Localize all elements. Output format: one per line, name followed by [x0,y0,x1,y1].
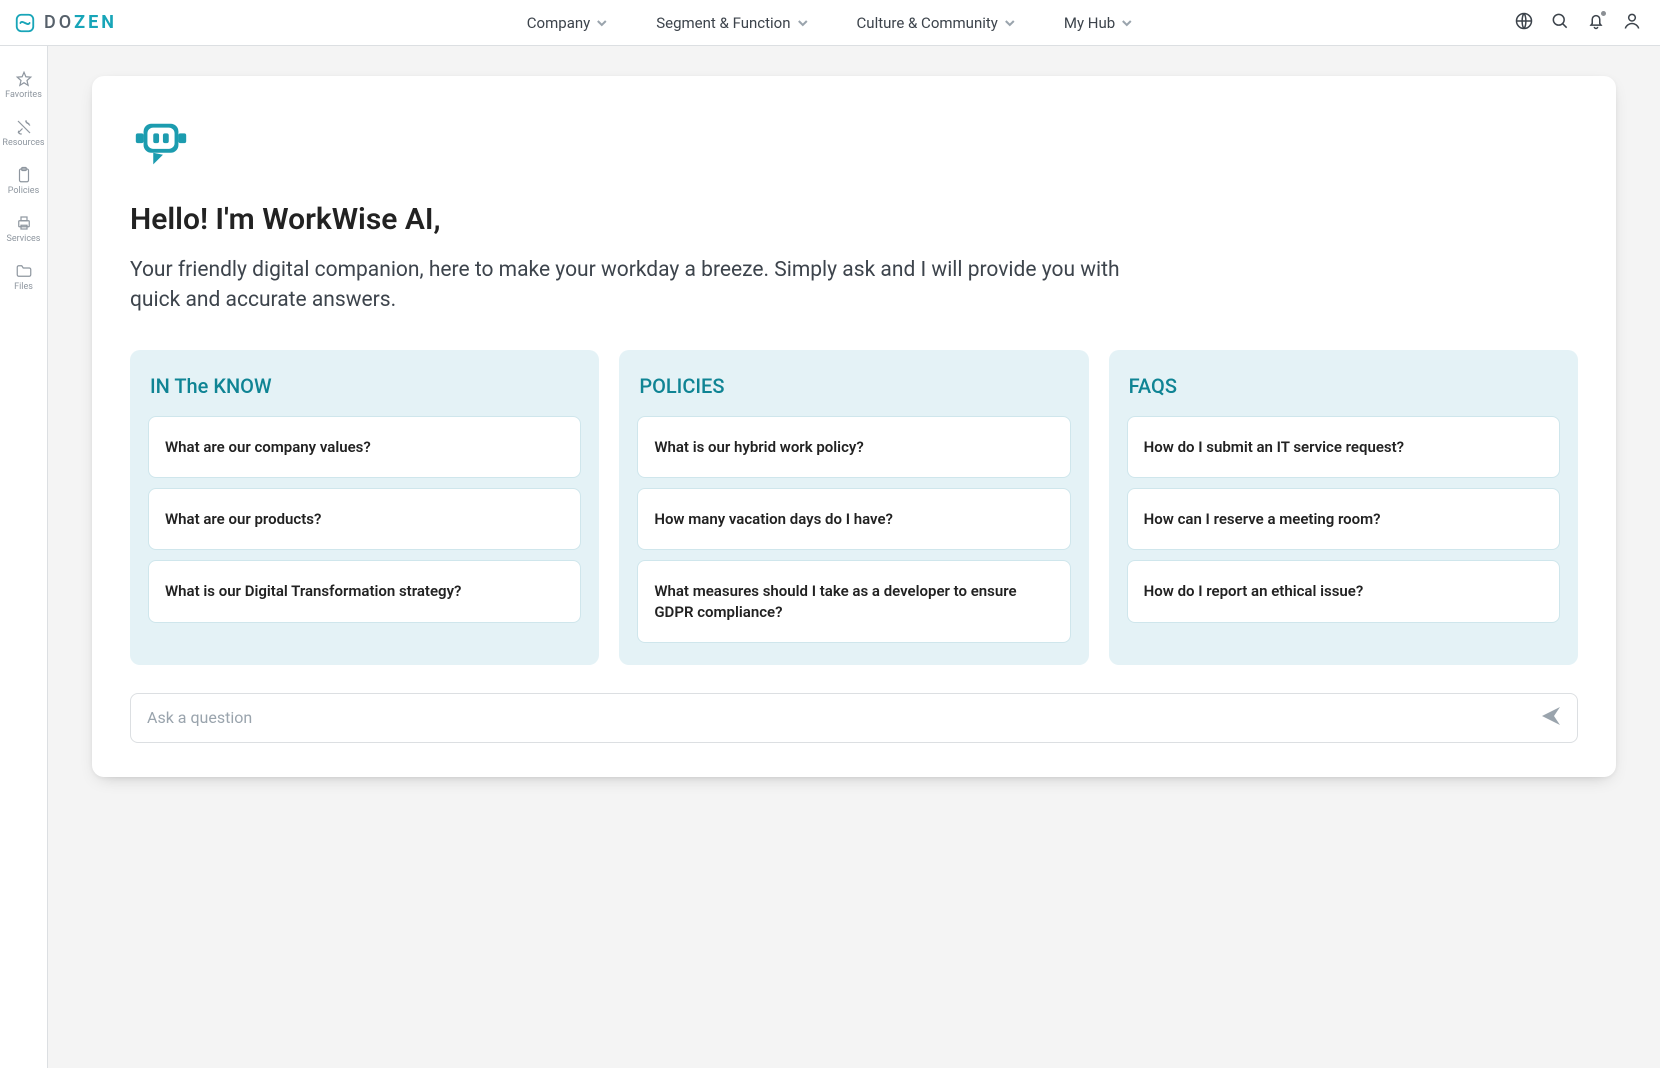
send-button[interactable] [1539,704,1563,732]
panel-faqs: FAQS How do I submit an IT service reque… [1109,350,1578,665]
ask-input[interactable] [145,707,1539,728]
page-subtitle: Your friendly digital companion, here to… [130,255,1150,316]
ask-bar [130,693,1578,743]
sidebar-files-label: Files [14,282,33,292]
brand-text-right: ZEN [74,12,117,33]
chevron-down-icon [797,17,809,29]
folder-icon [15,262,33,280]
nav-hub-label: My Hub [1064,14,1115,32]
chevron-down-icon [1004,17,1016,29]
sidebar-services[interactable]: Services [0,214,47,244]
brand-text-left: DO [44,12,74,33]
suggested-question[interactable]: How can I reserve a meeting room? [1127,488,1560,550]
clipboard-icon [15,166,33,184]
nav-my-hub[interactable]: My Hub [1064,14,1133,32]
topbar-tools [1514,11,1642,35]
send-icon [1539,704,1563,728]
bot-icon [130,114,192,176]
sidebar-files[interactable]: Files [0,262,47,292]
suggested-question[interactable]: What is our hybrid work policy? [637,416,1070,478]
search-button[interactable] [1550,11,1570,35]
star-icon [15,70,33,88]
suggested-question[interactable]: What are our products? [148,488,581,550]
chevron-down-icon [596,17,608,29]
profile-button[interactable] [1622,11,1642,35]
suggested-question[interactable]: How many vacation days do I have? [637,488,1070,550]
nav-segment-function[interactable]: Segment & Function [656,14,808,32]
suggested-question[interactable]: What are our company values? [148,416,581,478]
sidebar-favorites[interactable]: Favorites [0,70,47,100]
globe-button[interactable] [1514,11,1534,35]
panel-in-the-know-title: IN The KNOW [150,374,581,398]
search-icon [1550,11,1570,31]
globe-icon [1514,11,1534,31]
sidebar-policies[interactable]: Policies [0,166,47,196]
panel-policies: POLICIES What is our hybrid work policy?… [619,350,1088,665]
suggested-question[interactable]: How do I report an ethical issue? [1127,560,1560,622]
chat-card: Hello! I'm WorkWise AI, Your friendly di… [92,76,1616,777]
brand-logo-icon [14,12,36,34]
notifications-button[interactable] [1586,11,1606,35]
panel-in-the-know: IN The KNOW What are our company values?… [130,350,599,665]
nav-culture-community[interactable]: Culture & Community [857,14,1016,32]
tools-icon [15,118,33,136]
chevron-down-icon [1121,17,1133,29]
sidebar-policies-label: Policies [8,186,39,196]
sidebar-resources-label: Resources [2,138,44,148]
printer-icon [15,214,33,232]
sidebar-resources[interactable]: Resources [0,118,47,148]
nav-company[interactable]: Company [527,14,608,32]
notification-dot [1600,10,1607,17]
primary-nav: Company Segment & Function Culture & Com… [527,0,1133,45]
sidebar-favorites-label: Favorites [5,90,42,100]
sidebar: Favorites Resources Policies Services Fi… [0,46,48,1068]
suggested-question[interactable]: What is our Digital Transformation strat… [148,560,581,622]
nav-segment-label: Segment & Function [656,14,790,32]
page-title: Hello! I'm WorkWise AI, [130,202,1578,237]
panel-faqs-title: FAQS [1129,374,1560,398]
suggested-question[interactable]: What measures should I take as a develop… [637,560,1070,643]
panel-policies-title: POLICIES [639,374,1070,398]
user-icon [1622,11,1642,31]
nav-company-label: Company [527,14,590,32]
suggested-question[interactable]: How do I submit an IT service request? [1127,416,1560,478]
nav-culture-label: Culture & Community [857,14,998,32]
sidebar-services-label: Services [7,234,41,244]
brand-logo[interactable]: DOZEN [14,12,117,34]
